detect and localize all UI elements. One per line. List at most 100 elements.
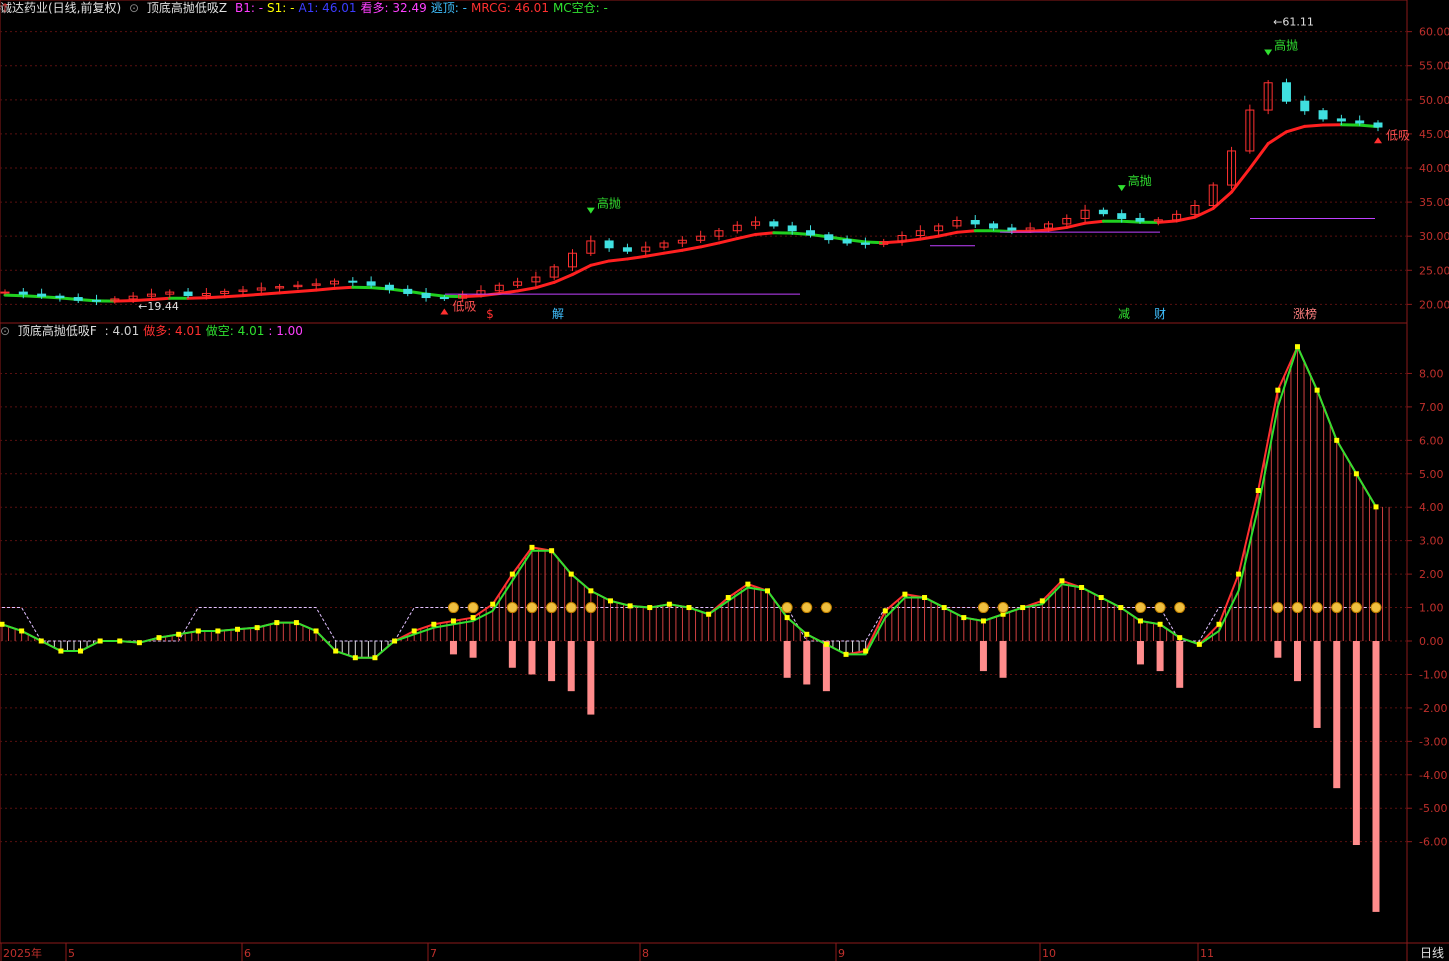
money-bag-icon xyxy=(1311,602,1323,614)
neg-bar xyxy=(528,641,536,675)
trend-line-segment xyxy=(333,285,355,290)
candle-body xyxy=(439,297,449,300)
candle-body xyxy=(824,234,834,241)
candle-body xyxy=(55,295,65,299)
bottom-item-1: 做多: 4.01 xyxy=(143,324,202,338)
signal-dot xyxy=(1196,641,1202,647)
bottom-indicator-name[interactable]: 顶底高抛低吸F xyxy=(18,324,97,338)
price-tick-label: 55.00 xyxy=(1419,60,1449,73)
signal-dot xyxy=(686,605,692,611)
top-panel-frame xyxy=(0,0,1408,324)
neg-bar xyxy=(567,641,575,692)
candle-body xyxy=(842,239,852,244)
osc-tick-label: -5.00 xyxy=(1419,802,1447,815)
signal-dot xyxy=(588,588,594,594)
signal-dot xyxy=(293,620,299,626)
signal-dot xyxy=(647,605,653,611)
bottom-header: ⊙ 顶底高抛低吸F : 4.01 做多: 4.01 做空: 4.01: 1.00 xyxy=(0,323,311,339)
price-tick-label: 20.00 xyxy=(1419,298,1449,311)
money-bag-icon xyxy=(565,602,577,614)
signal-dot xyxy=(1314,387,1320,393)
signal-dot xyxy=(706,611,712,617)
osc-tick-label: 2.00 xyxy=(1419,568,1444,581)
neg-bar xyxy=(1333,641,1341,789)
candle-body xyxy=(769,221,779,227)
osc-tick-label: 1.00 xyxy=(1419,602,1444,615)
signal-dot xyxy=(784,615,790,621)
bottom-indicator-values: : 4.01 做多: 4.01 做空: 4.01: 1.00 xyxy=(105,324,307,338)
price-tick-label: 40.00 xyxy=(1419,162,1449,175)
x-axis-label: 9 xyxy=(838,947,845,960)
candle-body xyxy=(1318,110,1328,120)
signal-dot xyxy=(0,621,5,627)
trend-line-segment xyxy=(625,254,648,261)
signal-dot xyxy=(333,648,339,654)
trend-line-segment xyxy=(497,289,520,296)
trend-line-segment xyxy=(461,294,483,299)
trend-line-segment xyxy=(754,231,776,236)
signal-dot xyxy=(450,618,456,624)
bottom-item-0: : 4.01 xyxy=(104,324,140,338)
x-axis-label: 11 xyxy=(1200,947,1214,960)
candle-body xyxy=(18,291,28,295)
signal-dot xyxy=(1079,584,1085,590)
money-bag-icon xyxy=(526,602,538,614)
signal-dot xyxy=(19,628,25,634)
high-sell-arrow xyxy=(1117,185,1126,192)
low-buy-arrow xyxy=(440,308,449,315)
candle-body xyxy=(860,242,870,245)
neg-bar xyxy=(548,641,556,682)
collapse-icon-2[interactable]: ⊙ xyxy=(0,324,10,338)
signal-dot xyxy=(235,626,241,632)
osc-tick-label: 5.00 xyxy=(1419,468,1444,481)
osc-tick-label: 6.00 xyxy=(1419,434,1444,447)
high-sell-label: 高抛 xyxy=(1274,38,1298,53)
low-buy-arrow xyxy=(1374,137,1382,144)
candle-body xyxy=(348,280,358,283)
signal-dot xyxy=(1177,635,1183,641)
signal-dot xyxy=(568,571,574,577)
money-bag-icon xyxy=(801,602,813,614)
high-sell-label: 高抛 xyxy=(1128,173,1152,188)
money-bag-icon xyxy=(546,602,558,614)
trend-line-segment xyxy=(223,294,245,299)
trend-line-segment xyxy=(516,286,538,293)
signal-dot xyxy=(863,648,869,654)
signal-dot xyxy=(745,581,751,587)
candle-body xyxy=(0,291,10,294)
signal-dot xyxy=(549,548,555,554)
signal-dot xyxy=(254,625,260,631)
osc-tick-label: -6.00 xyxy=(1419,836,1447,849)
neg-bar xyxy=(1313,641,1321,728)
up-arrow-icon[interactable]: ↑ xyxy=(0,0,1405,16)
trend-line-segment xyxy=(1284,124,1307,134)
osc-tick-label: 7.00 xyxy=(1419,401,1444,414)
high-sell-arrow xyxy=(586,207,595,214)
signal-dot xyxy=(1275,387,1281,393)
trend-line-segment xyxy=(186,296,208,300)
signal-dot xyxy=(843,651,849,657)
osc-tick-label: -4.00 xyxy=(1419,769,1447,782)
candle-body xyxy=(1300,100,1310,112)
trend-line-segment xyxy=(3,293,25,298)
signal-dot xyxy=(1098,595,1104,601)
candle-body xyxy=(1336,118,1346,122)
money-bag-icon xyxy=(467,602,479,614)
signal-dot xyxy=(431,621,437,627)
neg-bar xyxy=(508,641,516,668)
signal-dot xyxy=(627,603,633,609)
trend-line-segment xyxy=(662,248,684,255)
price-tick-label: 45.00 xyxy=(1419,128,1449,141)
trend-line-segment xyxy=(1193,206,1215,219)
candle-body xyxy=(1135,217,1145,222)
neg-bar xyxy=(1293,641,1301,682)
event-marker-3: 财 xyxy=(1154,307,1166,321)
money-bag-icon xyxy=(447,602,459,614)
signal-dot xyxy=(882,608,888,614)
bottom-item-2: 做空: 4.01 xyxy=(205,324,265,338)
osc-tick-label: -1.00 xyxy=(1419,668,1447,681)
candle-body xyxy=(384,284,394,290)
trend-line-segment xyxy=(644,251,666,258)
signal-dot xyxy=(1059,578,1065,584)
signal-dot xyxy=(1236,571,1242,577)
